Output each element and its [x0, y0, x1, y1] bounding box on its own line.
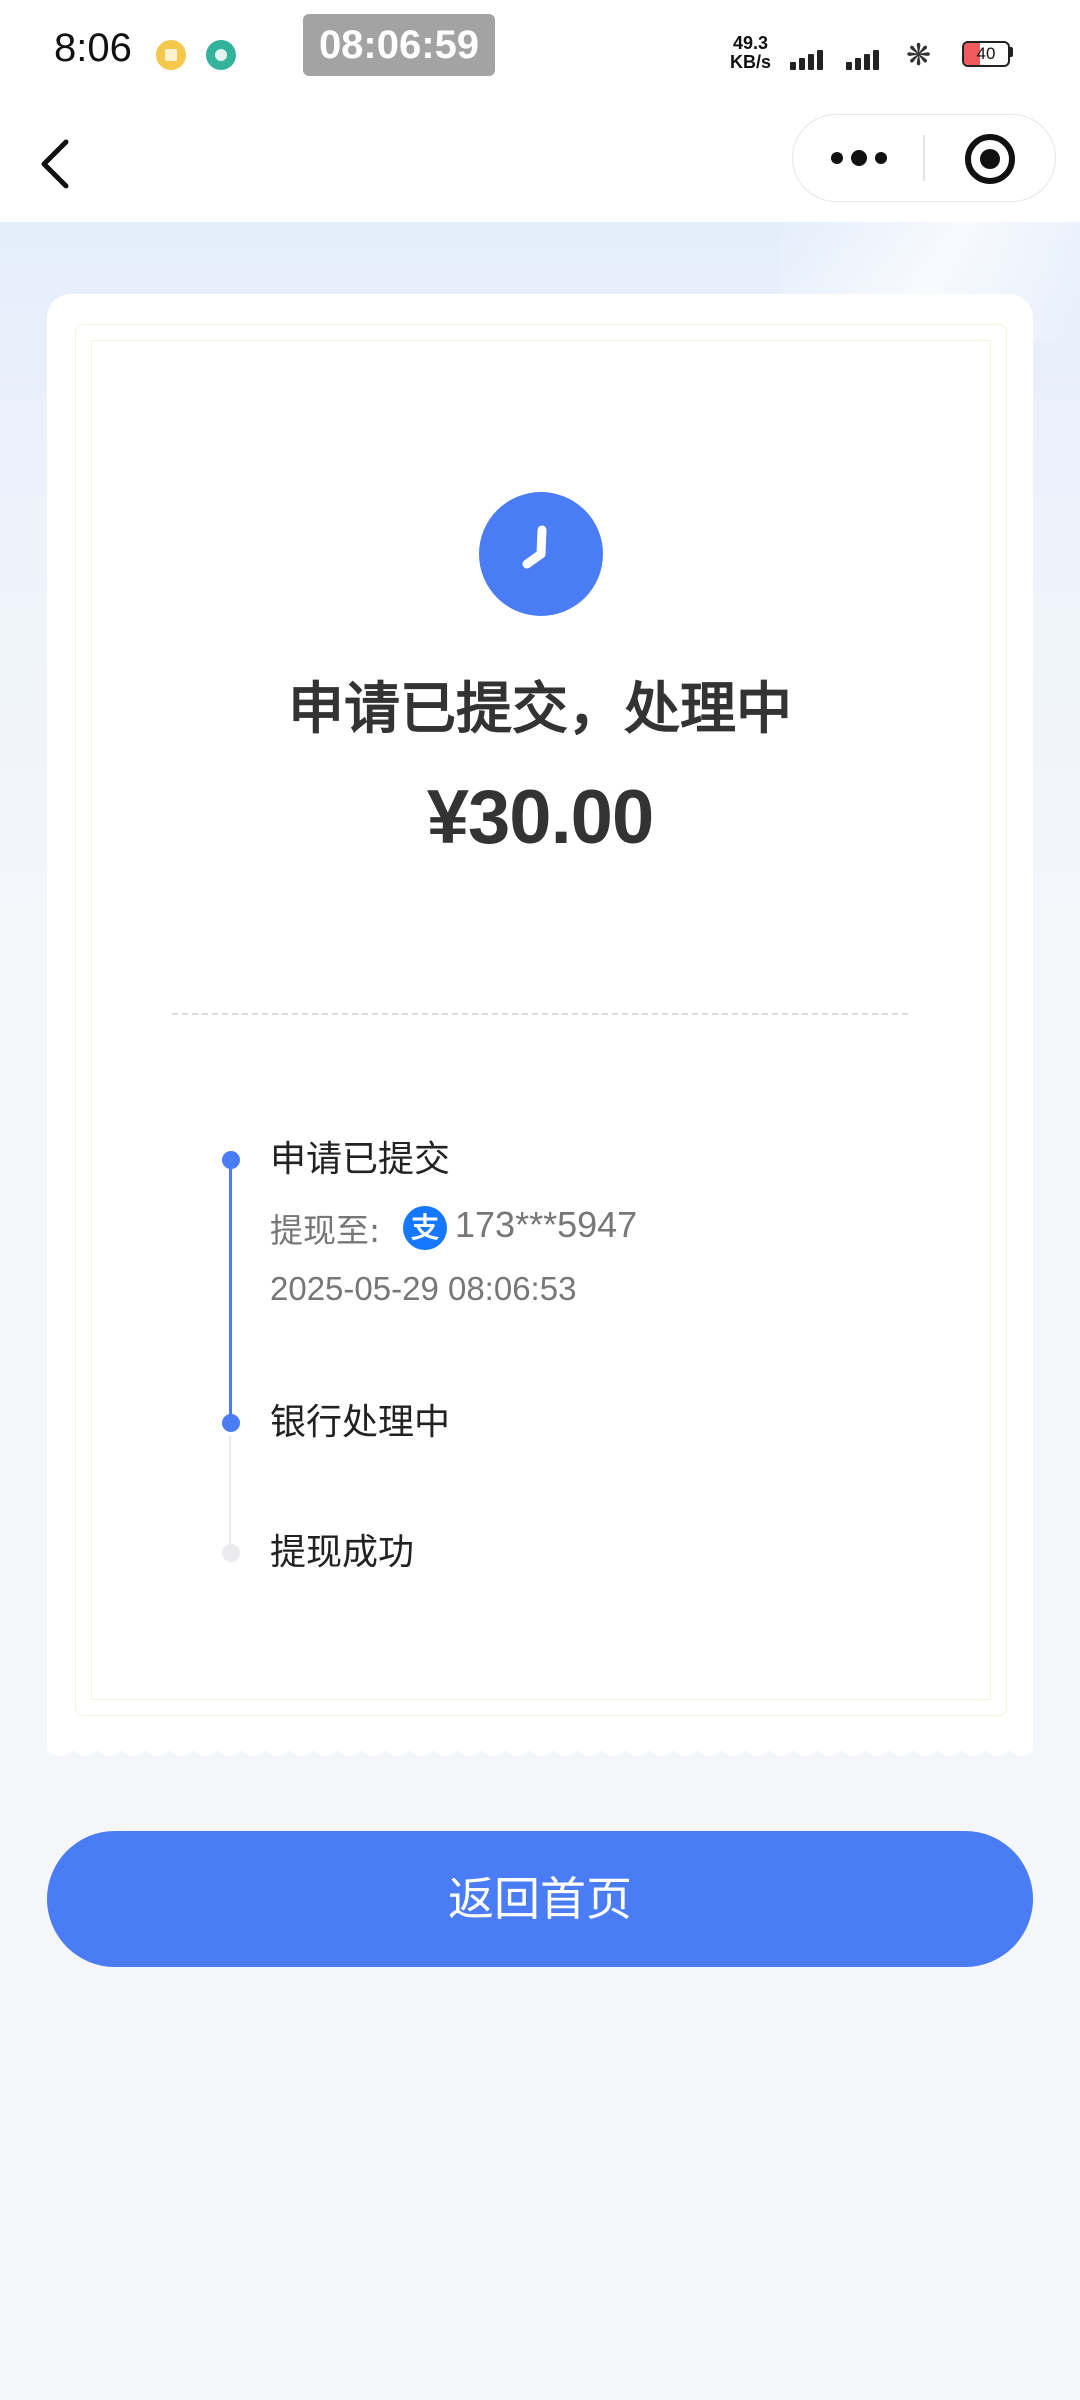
network-speed-value: 49.3 — [732, 33, 769, 53]
status-title: 申请已提交，处理中 — [288, 677, 792, 742]
back-to-home-button[interactable]: 返回首页 — [47, 1831, 1033, 1967]
timeline-line-pending — [229, 1436, 231, 1554]
alipay-icon: 支 — [403, 1206, 447, 1250]
step-processing-label: 银行处理中 — [270, 1402, 451, 1443]
status-time: 8:06 — [54, 26, 132, 70]
receipt-wavy-edge — [47, 1740, 1033, 1756]
close-button[interactable] — [924, 115, 1054, 201]
battery-icon: 40 — [962, 41, 1010, 67]
withdraw-account: 173***5947 — [455, 1204, 638, 1245]
battery-tip — [1009, 47, 1013, 57]
more-button[interactable] — [793, 115, 923, 201]
clock-icon — [479, 492, 603, 616]
network-speed: 49.3 KB/s — [730, 34, 771, 72]
timeline-dot-done — [222, 1151, 240, 1169]
signal-icon — [846, 44, 890, 70]
step-success-label: 提现成功 — [270, 1532, 415, 1573]
signal-icon — [790, 44, 834, 70]
submit-datetime: 2025-05-29 08:06:53 — [270, 1270, 577, 1307]
timeline-dot-pending — [222, 1544, 240, 1562]
timeline-line-active — [229, 1160, 232, 1420]
nav-bar — [0, 106, 1080, 222]
timeline-dot-done — [222, 1414, 240, 1432]
back-button[interactable] — [30, 126, 90, 202]
back-arrow-icon — [41, 139, 69, 189]
withdraw-amount: ¥30.00 — [426, 775, 654, 860]
status-bar: 8:06 08:06:59 49.3 KB/s ❋ 40 — [0, 0, 1080, 106]
notification-app-icon — [156, 40, 186, 70]
notification-app-icon — [206, 40, 236, 70]
floating-clock: 08:06:59 — [303, 14, 495, 76]
miniprogram-capsule — [792, 114, 1056, 202]
receipt-card: 申请已提交，处理中 ¥30.00 申请已提交 提现至: 支 173***5947… — [47, 294, 1033, 1740]
dashed-divider — [172, 1013, 908, 1015]
step-submitted-label: 申请已提交 — [270, 1139, 451, 1180]
withdraw-to-label: 提现至: — [270, 1211, 381, 1250]
network-speed-unit: KB/s — [730, 52, 772, 72]
butterfly-icon: ❋ — [906, 38, 932, 73]
battery-level: 40 — [976, 44, 996, 63]
